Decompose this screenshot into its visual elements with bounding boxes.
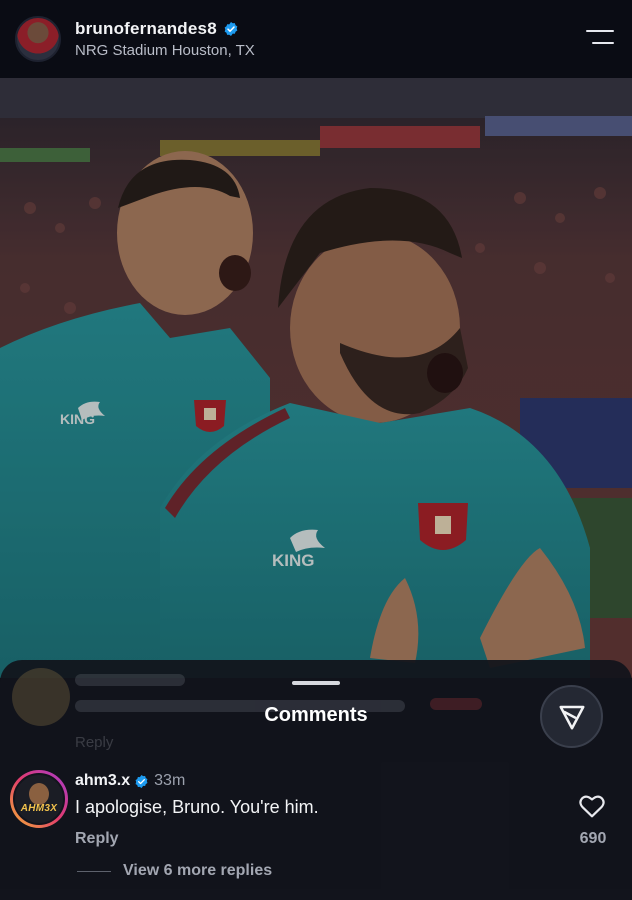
menu-line-bottom <box>592 42 614 44</box>
header-text: brunofernandes8 NRG Stadium Houston, TX <box>75 19 255 59</box>
share-button[interactable] <box>540 685 603 748</box>
avatar-tag: AHM3X <box>20 803 58 814</box>
verified-badge-icon <box>224 22 238 36</box>
commenter-username[interactable]: ahm3.x <box>75 772 130 790</box>
photo-illustration: KING KING <box>0 78 632 678</box>
comment-header: ahm3.x 33m <box>75 772 185 790</box>
menu-line-top <box>586 30 614 32</box>
avatar-face <box>29 783 49 805</box>
ghost-reply: Reply <box>75 734 114 751</box>
heart-icon[interactable] <box>579 794 605 818</box>
reply-button[interactable]: Reply <box>75 830 119 848</box>
commenter-avatar[interactable]: AHM3X <box>10 770 68 828</box>
view-more-replies[interactable]: View 6 more replies <box>77 862 272 880</box>
ghost-line <box>75 674 185 686</box>
commenter-avatar-image: AHM3X <box>13 773 65 825</box>
post-header: brunofernandes8 NRG Stadium Houston, TX <box>0 0 632 78</box>
header-username[interactable]: brunofernandes8 <box>75 19 217 39</box>
comments-title: Comments <box>264 704 368 726</box>
comment-time: 33m <box>154 772 186 789</box>
post-photo: KING KING <box>0 78 632 678</box>
like-count: 690 <box>579 830 607 847</box>
header-username-row[interactable]: brunofernandes8 <box>75 19 255 39</box>
menu-icon[interactable] <box>586 30 614 48</box>
profile-avatar[interactable] <box>15 16 61 62</box>
verified-badge-icon <box>135 774 148 788</box>
share-icon <box>559 705 584 729</box>
view-more-replies-label[interactable]: View 6 more replies <box>123 862 272 880</box>
sheet-drag-handle[interactable] <box>292 681 340 685</box>
header-location[interactable]: NRG Stadium Houston, TX <box>75 42 255 59</box>
comment-text: I apologise, Bruno. You're him. <box>75 797 319 817</box>
replies-divider <box>77 870 111 872</box>
